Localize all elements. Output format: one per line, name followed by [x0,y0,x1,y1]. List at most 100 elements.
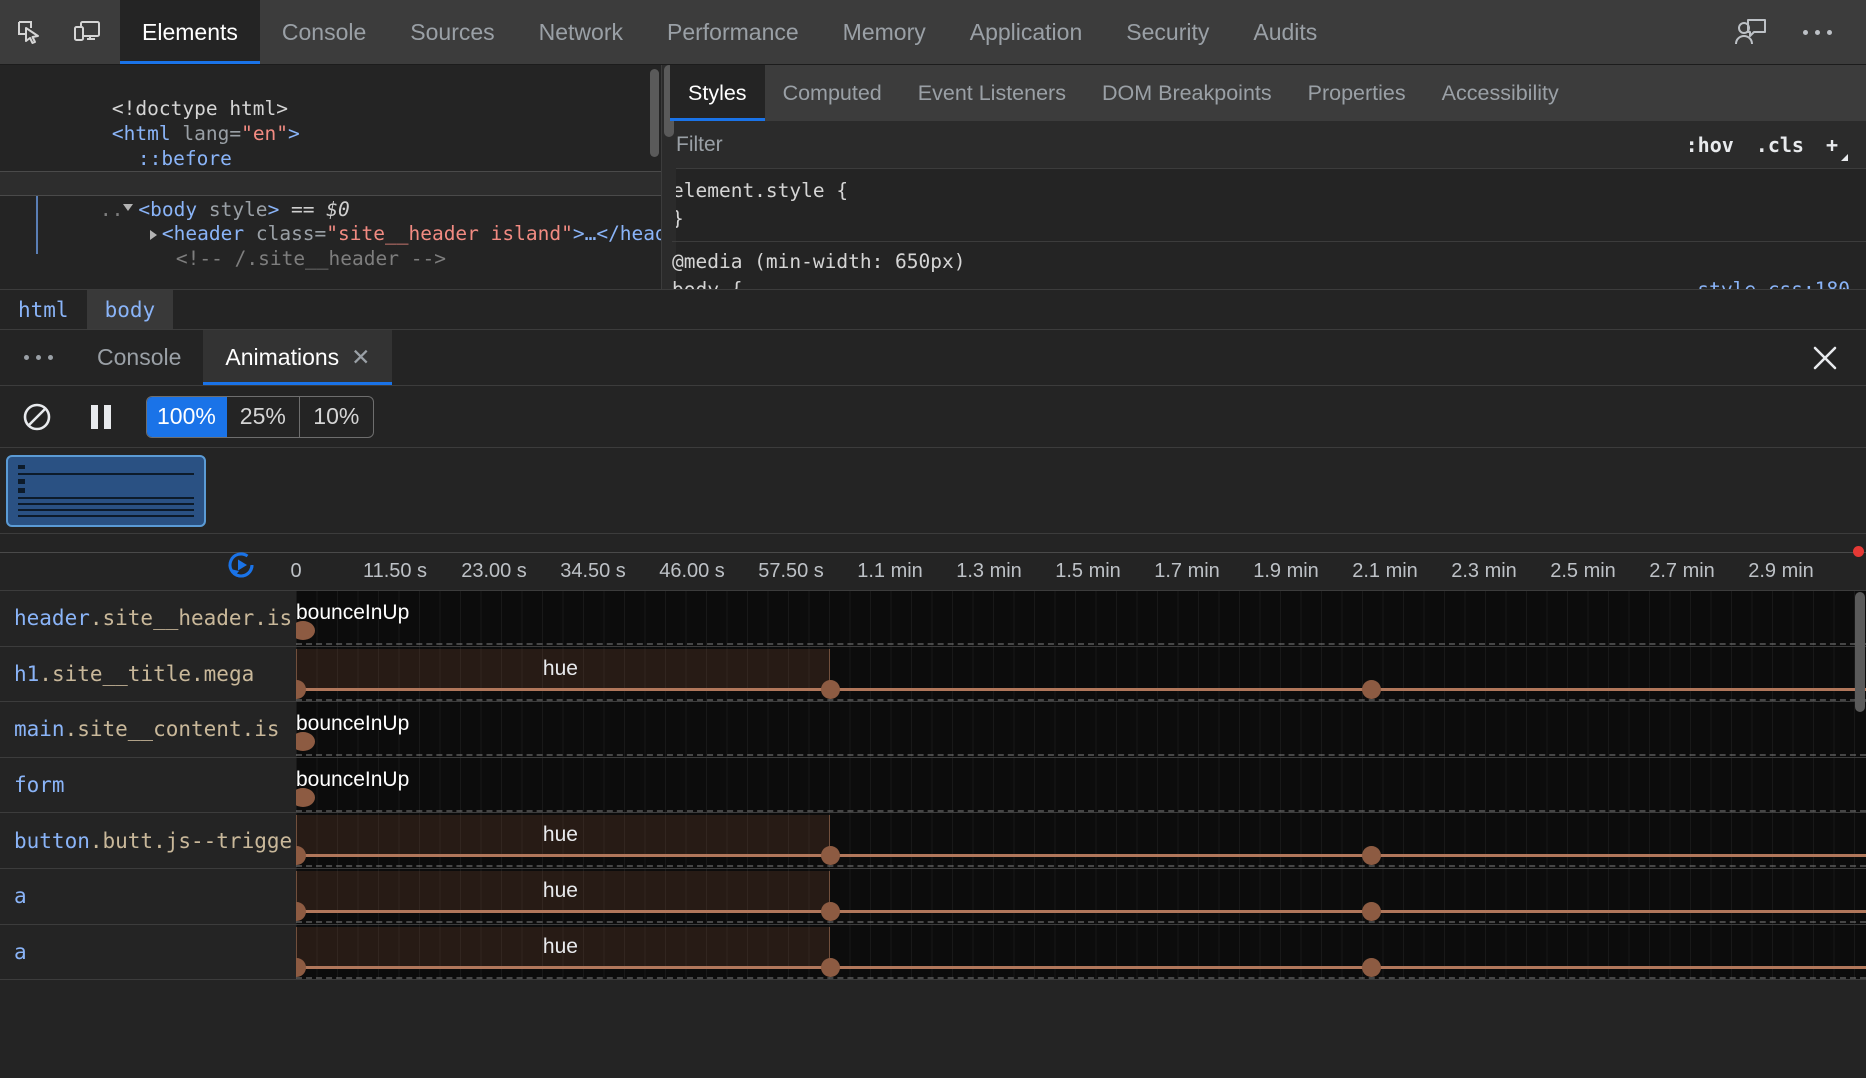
more-options-icon[interactable] [1784,30,1850,35]
element-style-rule[interactable]: element.style { } [672,177,1866,233]
dom-line-comment[interactable]: <!-- /.site__header --> [0,221,661,246]
speed-100-label: 100% [157,403,216,430]
recording-indicator-dot [1853,546,1864,557]
animation-group-preview[interactable] [6,455,206,527]
styles-sidebar-tabs: Styles Computed Event Listeners DOM Brea… [662,65,1866,121]
animation-row[interactable]: formbounceInUp [0,758,1866,814]
speed-100[interactable]: 100% [147,397,227,437]
animation-lane[interactable] [296,702,1866,757]
animation-lane[interactable]: hue [296,869,1866,924]
dom-line-html[interactable]: <html lang="en"> [0,96,661,121]
selector-element-name: main [14,717,65,741]
dom-line-header[interactable]: <header class="site__header island">…</h… [0,196,661,221]
drawer-tab-animations[interactable]: Animations ✕ [203,330,392,385]
replay-play-icon[interactable] [222,546,260,589]
timeline-scrollbar[interactable] [1855,592,1865,712]
ruler-tick: 2.1 min [1352,560,1418,583]
breadcrumb-body-label: body [105,298,156,322]
animation-row[interactable]: main.site__content.isbounceInUp [0,702,1866,758]
drawer-more-tabs-icon[interactable] [0,330,75,385]
three-dots-glyph [1803,30,1832,35]
feedback-person-icon[interactable] [1718,17,1784,47]
tab-performance[interactable]: Performance [645,0,821,64]
breadcrumb-item-body[interactable]: body [87,290,174,329]
caret-down-icon [1841,154,1848,161]
close-animations-tab-icon[interactable]: ✕ [351,344,370,371]
tab-dom-breakpoints[interactable]: DOM Breakpoints [1084,65,1290,121]
animation-row[interactable]: header.site__header.isbounceInUp [0,591,1866,647]
preview-line-4 [18,509,194,511]
animation-name-label: bounceInUp [296,601,409,625]
selector-element-name: header [14,606,90,630]
dom-line-before-pseudo[interactable]: ::before [0,121,661,146]
keyframe-handle[interactable] [821,958,840,977]
tab-styles-label: Styles [688,81,747,106]
tab-elements[interactable]: Elements [120,0,260,64]
dom-tree-scrollbar[interactable] [650,69,659,157]
animation-track-line [296,854,1866,857]
tab-console-label: Console [282,19,366,46]
animation-lane[interactable]: hue [296,813,1866,868]
lane-dashed-divider [296,865,1866,867]
tab-computed[interactable]: Computed [765,65,900,121]
drawer-tab-console[interactable]: Console [75,330,203,385]
tab-sources[interactable]: Sources [388,0,516,64]
playback-speed-group: 100% 25% 10% [146,396,374,438]
new-style-rule-button[interactable]: + [1826,133,1848,157]
element-style-open: element.style { [672,177,1866,205]
style-source-link[interactable]: style.css:180 [1697,276,1850,289]
animation-name-label: hue [543,879,578,903]
dom-line-doctype[interactable]: <!doctype html> [0,71,661,96]
dom-line-head[interactable]: <head>…</head> [0,146,661,171]
animation-lane[interactable]: hue [296,647,1866,702]
animation-lane[interactable] [296,758,1866,813]
keyframe-handle[interactable] [1362,958,1381,977]
tab-console[interactable]: Console [260,0,388,64]
css-rules-list: element.style { } @media (min-width: 650… [662,169,1866,289]
keyframe-handle[interactable] [1362,680,1381,699]
timeline-ruler[interactable]: 011.50 s23.00 s34.50 s46.00 s57.50 s1.1 … [0,534,1866,591]
force-hover-button[interactable]: :hov [1686,133,1734,157]
pause-icon[interactable] [76,392,126,442]
styles-pane: Styles Computed Event Listeners DOM Brea… [662,65,1866,289]
animation-row[interactable]: button.butt.js--triggehue [0,813,1866,869]
tab-styles[interactable]: Styles [670,65,765,121]
tab-memory[interactable]: Memory [821,0,948,64]
element-classes-button[interactable]: .cls [1756,133,1804,157]
tab-network[interactable]: Network [517,0,645,64]
dom-tree-pane[interactable]: <!doctype html> <html lang="en"> ::befor… [0,65,662,289]
tab-security[interactable]: Security [1104,0,1231,64]
preview-square-3 [18,488,25,493]
speed-25[interactable]: 25% [227,397,300,437]
animation-lane[interactable] [296,591,1866,646]
ruler-tick: 1.7 min [1154,560,1220,583]
tab-audits[interactable]: Audits [1231,0,1339,64]
tab-accessibility[interactable]: Accessibility [1424,65,1577,121]
animation-row[interactable]: h1.site__title.megahue [0,647,1866,703]
ruler-tick: 34.50 s [560,560,626,583]
animation-track-line [296,688,1866,691]
keyframe-handle[interactable] [821,902,840,921]
dom-line-body[interactable]: ..<body style> == $0 [0,171,661,196]
clear-all-icon[interactable] [12,392,62,442]
device-toolbar-icon[interactable] [58,0,116,64]
breadcrumb-item-html[interactable]: html [0,290,87,329]
animation-name-label: hue [543,823,578,847]
close-drawer-button[interactable] [1784,330,1866,385]
tab-properties[interactable]: Properties [1290,65,1424,121]
inspect-cursor-icon[interactable] [0,0,58,64]
tab-event-listeners[interactable]: Event Listeners [900,65,1084,121]
speed-10[interactable]: 10% [300,397,373,437]
styles-filter-row: :hov .cls + [662,121,1866,169]
animation-row[interactable]: ahue [0,925,1866,981]
styles-filter-input[interactable] [662,133,1668,157]
ruler-baseline [0,552,1866,553]
tab-application[interactable]: Application [948,0,1105,64]
tab-elements-label: Elements [142,19,238,46]
media-rule-block[interactable]: @media (min-width: 650px) body { style.c… [672,241,1866,289]
animation-name-label: bounceInUp [296,768,409,792]
speed-25-label: 25% [240,403,286,430]
animation-row[interactable]: ahue [0,869,1866,925]
keyframe-handle[interactable] [821,680,840,699]
animation-lane[interactable]: hue [296,925,1866,980]
